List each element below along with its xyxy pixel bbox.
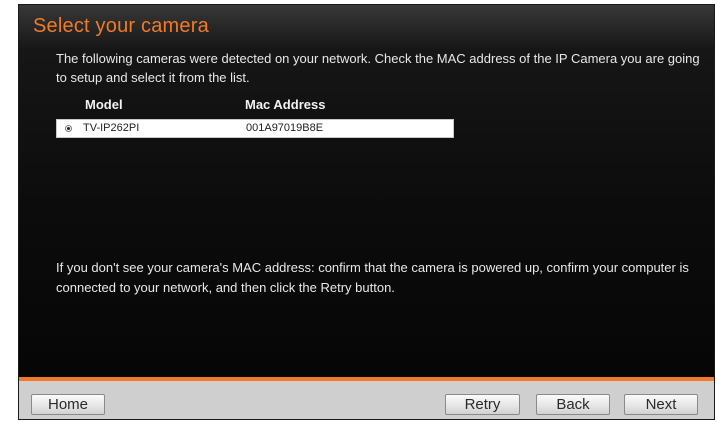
camera-select-radio[interactable]: [65, 125, 72, 132]
intro-text: The following cameras were detected on y…: [56, 51, 700, 85]
camera-list: Model Mac Address TV-IP262PI 001A97019B8…: [56, 95, 454, 138]
next-button[interactable]: Next: [624, 394, 698, 415]
help-text: If you don't see your camera's MAC addre…: [56, 260, 689, 295]
camera-list-header: Model Mac Address: [56, 95, 454, 119]
camera-row[interactable]: TV-IP262PI 001A97019B8E: [56, 119, 454, 138]
page-title: Select your camera: [33, 15, 209, 37]
column-header-model: Model: [85, 97, 123, 112]
button-bar: Home Retry Back Next: [19, 377, 714, 419]
retry-button[interactable]: Retry: [445, 394, 520, 415]
camera-mac-cell: 001A97019B8E: [246, 122, 324, 134]
camera-model-cell: TV-IP262PI: [83, 122, 140, 134]
back-button[interactable]: Back: [536, 394, 610, 415]
wizard-window: Select your camera The following cameras…: [18, 4, 715, 420]
home-button[interactable]: Home: [31, 394, 105, 415]
column-header-mac-address: Mac Address: [245, 97, 326, 112]
